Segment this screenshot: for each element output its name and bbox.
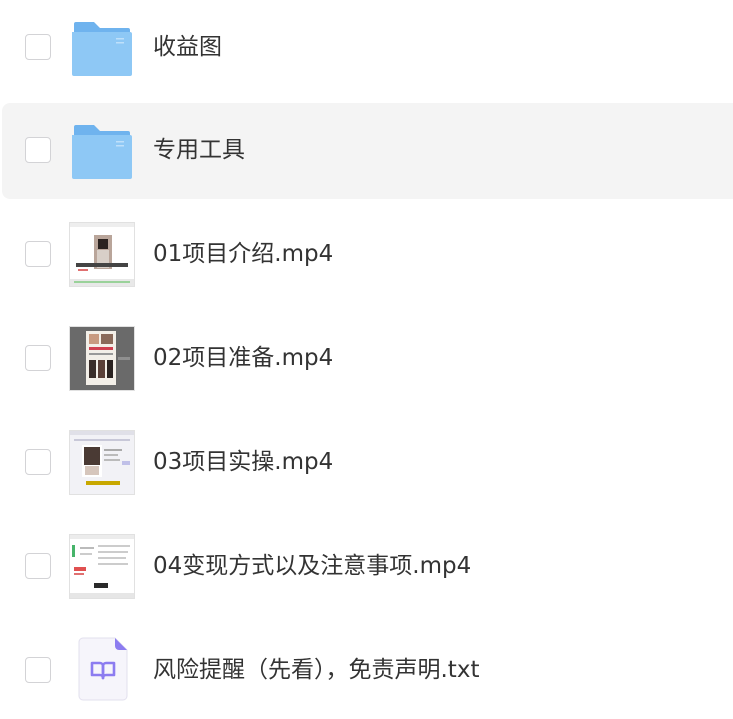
- file-name[interactable]: 02项目准备.mp4: [153, 341, 333, 375]
- file-row-video-04[interactable]: 04变现方式以及注意事项.mp4: [2, 519, 733, 615]
- file-name[interactable]: 风险提醒（先看），免责声明.txt: [153, 653, 479, 687]
- video-thumbnail: [69, 534, 135, 599]
- video-thumbnail: [69, 222, 135, 287]
- file-name[interactable]: 收益图: [153, 30, 222, 64]
- row-checkbox[interactable]: [25, 657, 51, 683]
- file-row-txt[interactable]: 风险提醒（先看），免责声明.txt: [2, 623, 733, 719]
- row-checkbox[interactable]: [25, 449, 51, 475]
- file-row-shouyitu[interactable]: 收益图: [2, 0, 733, 96]
- row-checkbox[interactable]: [25, 553, 51, 579]
- file-row-video-03[interactable]: 03项目实操.mp4: [2, 415, 733, 511]
- row-checkbox[interactable]: [25, 241, 51, 267]
- video-thumbnail: [69, 430, 135, 495]
- file-name[interactable]: 专用工具: [153, 133, 245, 167]
- book-icon: [77, 636, 129, 706]
- file-row-video-02[interactable]: 02项目准备.mp4: [2, 311, 733, 407]
- video-thumbnail: [69, 326, 135, 391]
- folder-icon: [70, 16, 134, 80]
- file-name[interactable]: 04变现方式以及注意事项.mp4: [153, 549, 471, 583]
- file-list: 收益图 专用工具 01项目介绍.mp4 02项目准备.mp4 03项目实操.mp…: [0, 0, 733, 712]
- file-name[interactable]: 01项目介绍.mp4: [153, 237, 333, 271]
- row-checkbox[interactable]: [25, 345, 51, 371]
- folder-icon: [70, 119, 134, 183]
- file-name[interactable]: 03项目实操.mp4: [153, 445, 333, 479]
- row-checkbox[interactable]: [25, 34, 51, 60]
- file-row-video-01[interactable]: 01项目介绍.mp4: [2, 207, 733, 303]
- file-row-zhuanyonggongju[interactable]: 专用工具: [2, 103, 733, 199]
- row-checkbox[interactable]: [25, 137, 51, 163]
